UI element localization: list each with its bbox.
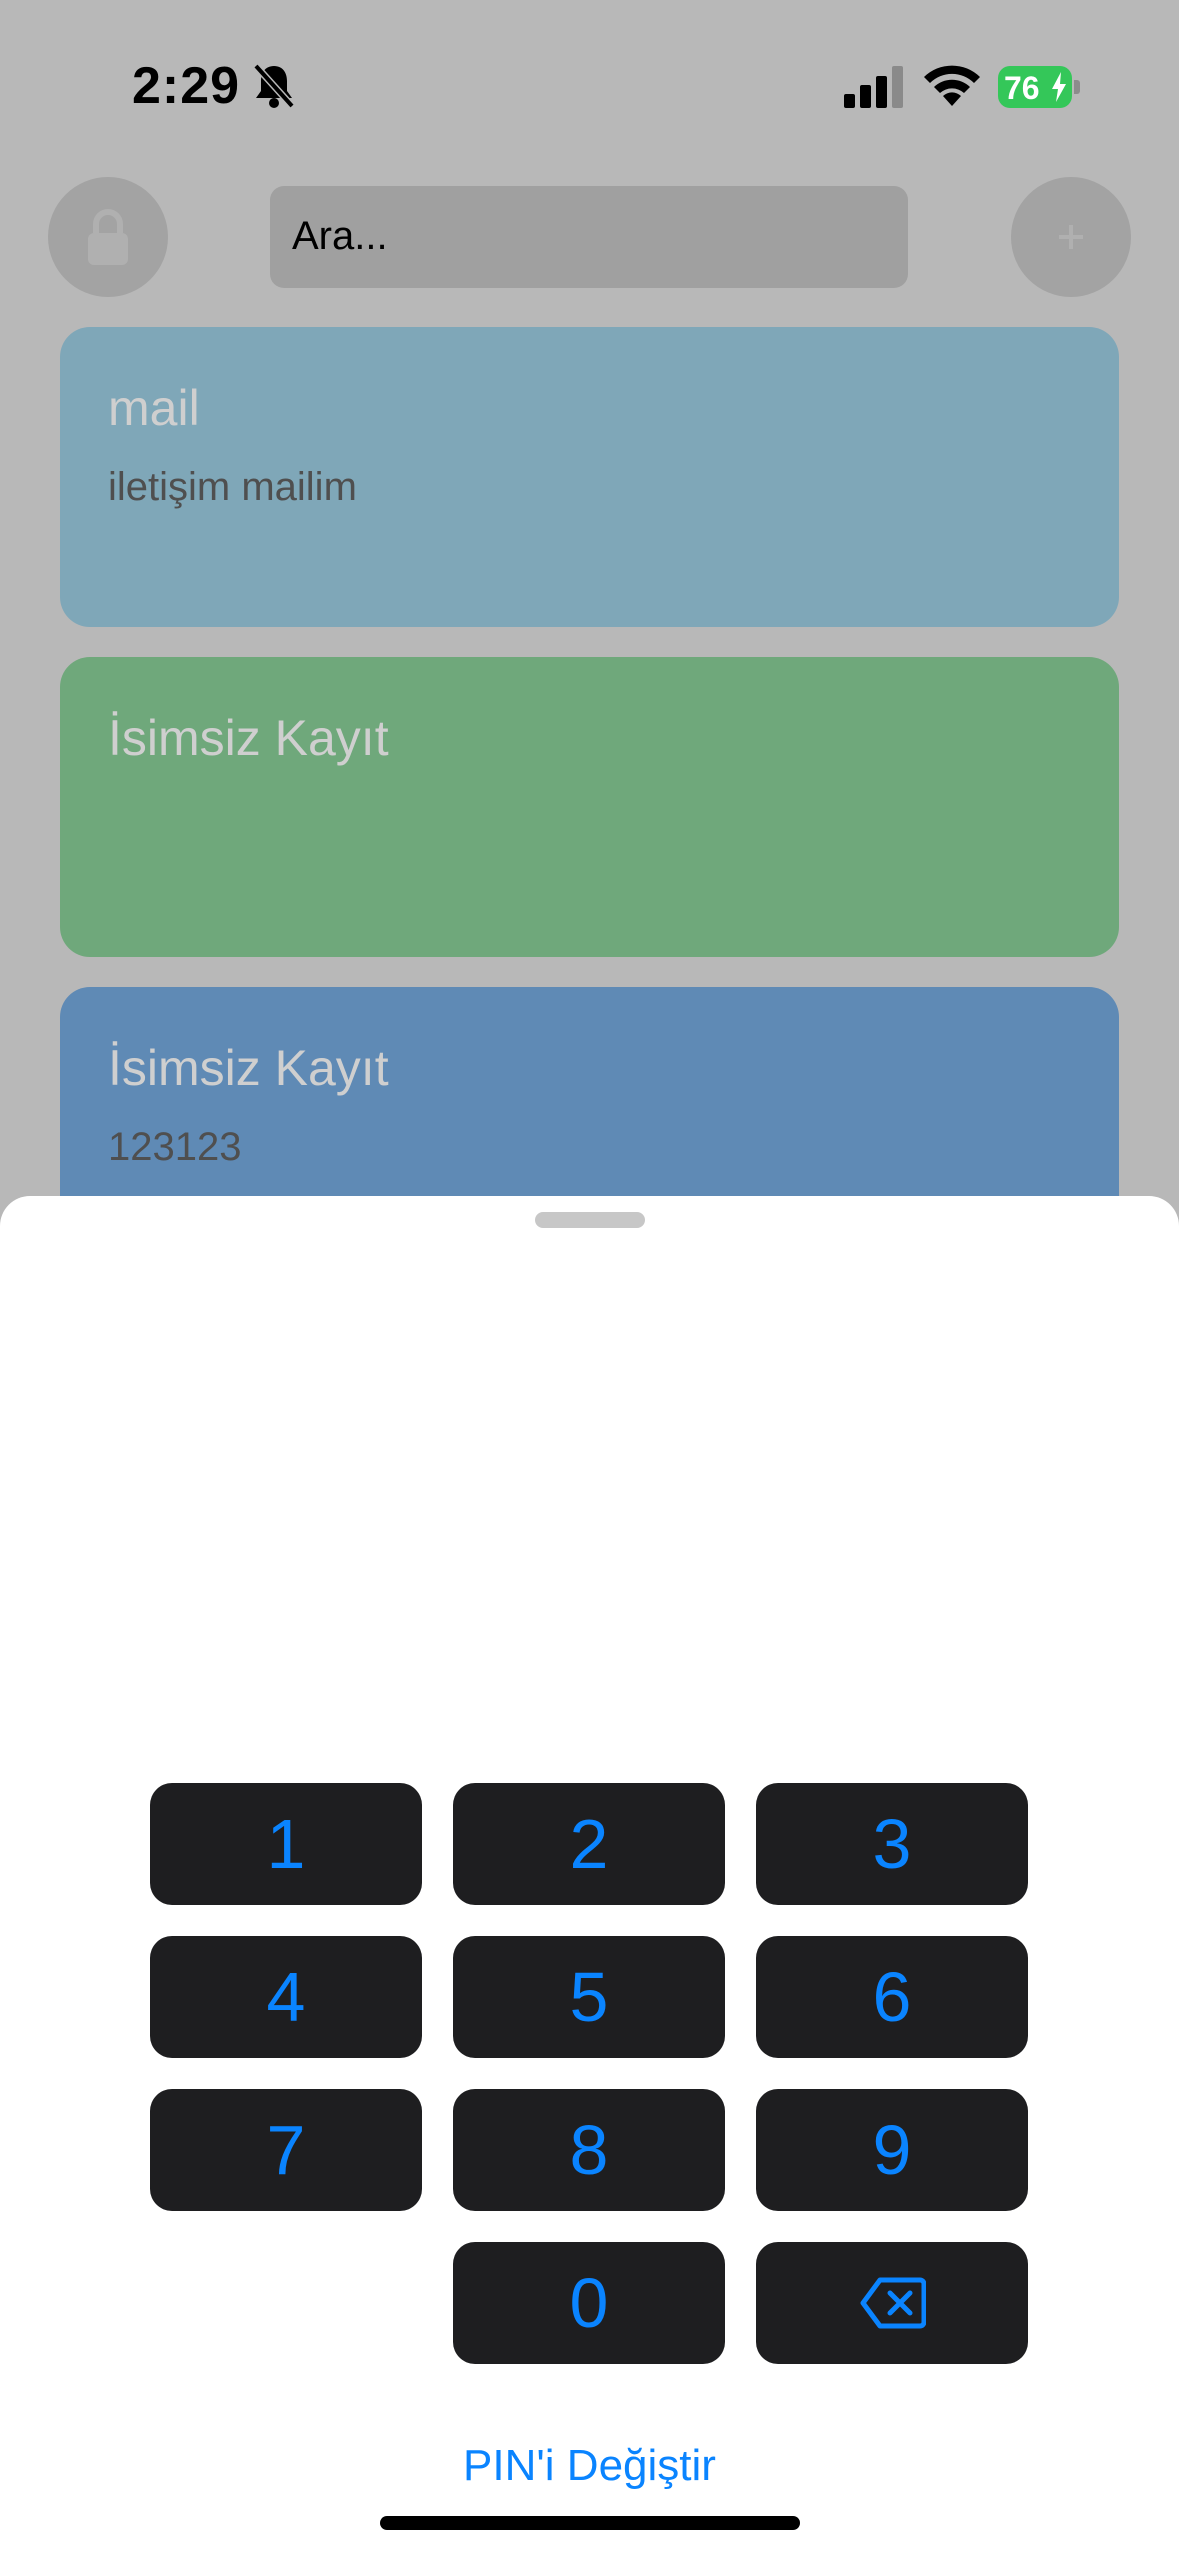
- delete-key[interactable]: [756, 2242, 1028, 2364]
- battery-level: 76: [1004, 70, 1040, 106]
- key-1[interactable]: 1: [150, 1783, 422, 1905]
- battery-nub: [1074, 80, 1080, 94]
- key-3[interactable]: 3: [756, 1783, 1028, 1905]
- key-0[interactable]: 0: [453, 2242, 725, 2364]
- plus-icon: [1059, 225, 1083, 249]
- record-card[interactable]: İsimsiz Kayıt: [60, 657, 1119, 957]
- sheet-grabber[interactable]: [535, 1212, 645, 1228]
- key-5[interactable]: 5: [453, 1936, 725, 2058]
- delete-backspace-icon: [860, 2277, 926, 2329]
- key-4[interactable]: 4: [150, 1936, 422, 2058]
- key-7[interactable]: 7: [150, 2089, 422, 2211]
- key-2[interactable]: 2: [453, 1783, 725, 1905]
- key-9[interactable]: 9: [756, 2089, 1028, 2211]
- record-card[interactable]: mail iletişim mailim: [60, 327, 1119, 627]
- key-8[interactable]: 8: [453, 2089, 725, 2211]
- wifi-icon: [924, 65, 980, 106]
- add-button[interactable]: [1011, 177, 1131, 297]
- pin-sheet[interactable]: 1 2 3 4 5 6 7 8 9 0 PIN'i Değiştir: [0, 1196, 1179, 2556]
- cellular-signal-icon: [844, 66, 903, 108]
- key-6[interactable]: 6: [756, 1936, 1028, 2058]
- search-field[interactable]: Ara...: [270, 186, 908, 288]
- battery-charging-icon: 76: [998, 66, 1080, 108]
- status-bar: 2:29 76: [0, 0, 1179, 170]
- search-placeholder: Ara...: [292, 214, 388, 258]
- status-time: 2:29: [132, 57, 241, 115]
- change-pin-link[interactable]: PIN'i Değiştir: [0, 2441, 1179, 2491]
- record-subtitle: iletişim mailim: [108, 465, 357, 509]
- record-title: İsimsiz Kayıt: [108, 1040, 389, 1096]
- screen: 2:29 76 Ara... mail iletişim mailim İsim…: [0, 0, 1179, 2556]
- lock-button[interactable]: [48, 177, 168, 297]
- bolt-icon: [1052, 72, 1066, 102]
- record-subtitle: 123123: [108, 1125, 242, 1169]
- lock-icon: [88, 209, 128, 265]
- record-title: mail: [108, 380, 200, 436]
- home-indicator: [380, 2516, 800, 2530]
- bell-slash-icon: [253, 63, 295, 109]
- record-title: İsimsiz Kayıt: [108, 710, 389, 766]
